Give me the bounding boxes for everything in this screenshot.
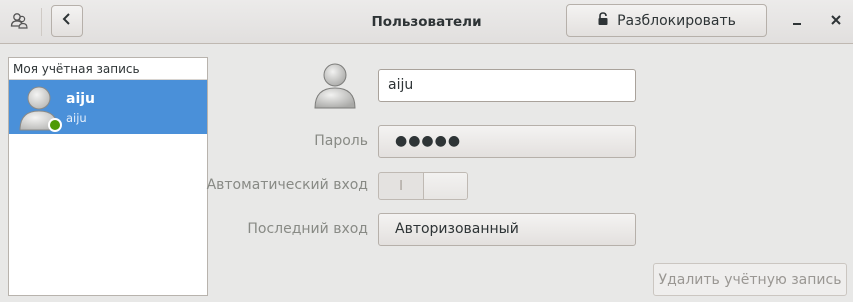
user-name: aiju [66, 91, 96, 107]
autologin-switch[interactable]: I [378, 172, 468, 200]
password-value: ●●●●● [395, 133, 462, 149]
close-button[interactable] [824, 10, 848, 34]
users-icon [9, 11, 29, 31]
last-login-value: Авторизованный [395, 221, 519, 237]
last-login-label: Последний вход [247, 221, 368, 237]
user-avatar-button[interactable] [311, 60, 359, 110]
password-label: Пароль [314, 133, 368, 149]
remove-account-button[interactable]: Удалить учётную запись [653, 263, 847, 296]
close-icon [830, 14, 842, 30]
switch-knob[interactable] [423, 173, 467, 199]
user-login: aiju [66, 111, 87, 125]
header-bar: Пользователи Разблокировать [0, 0, 853, 44]
minimize-button[interactable] [785, 10, 809, 34]
switch-on-mark: I [399, 178, 403, 194]
autologin-label: Автоматический вход [206, 177, 368, 193]
user-list-item[interactable]: aiju aiju [9, 80, 207, 134]
last-login-button[interactable]: Авторизованный [378, 213, 636, 246]
minimize-icon [791, 14, 803, 30]
unlock-button[interactable]: Разблокировать [566, 4, 767, 37]
full-name-field[interactable]: aiju [378, 69, 636, 102]
user-list: Моя учётная запись aiju aiju [8, 57, 208, 296]
list-section-header: Моя учётная запись [9, 58, 207, 80]
header-separator [41, 8, 42, 36]
back-button[interactable] [51, 5, 83, 37]
online-status-indicator [48, 118, 62, 132]
password-button[interactable]: ●●●●● [378, 125, 636, 158]
chevron-left-icon [61, 12, 73, 30]
remove-account-label: Удалить учётную запись [658, 271, 842, 288]
unlock-label: Разблокировать [617, 12, 736, 29]
lock-icon [597, 11, 609, 30]
